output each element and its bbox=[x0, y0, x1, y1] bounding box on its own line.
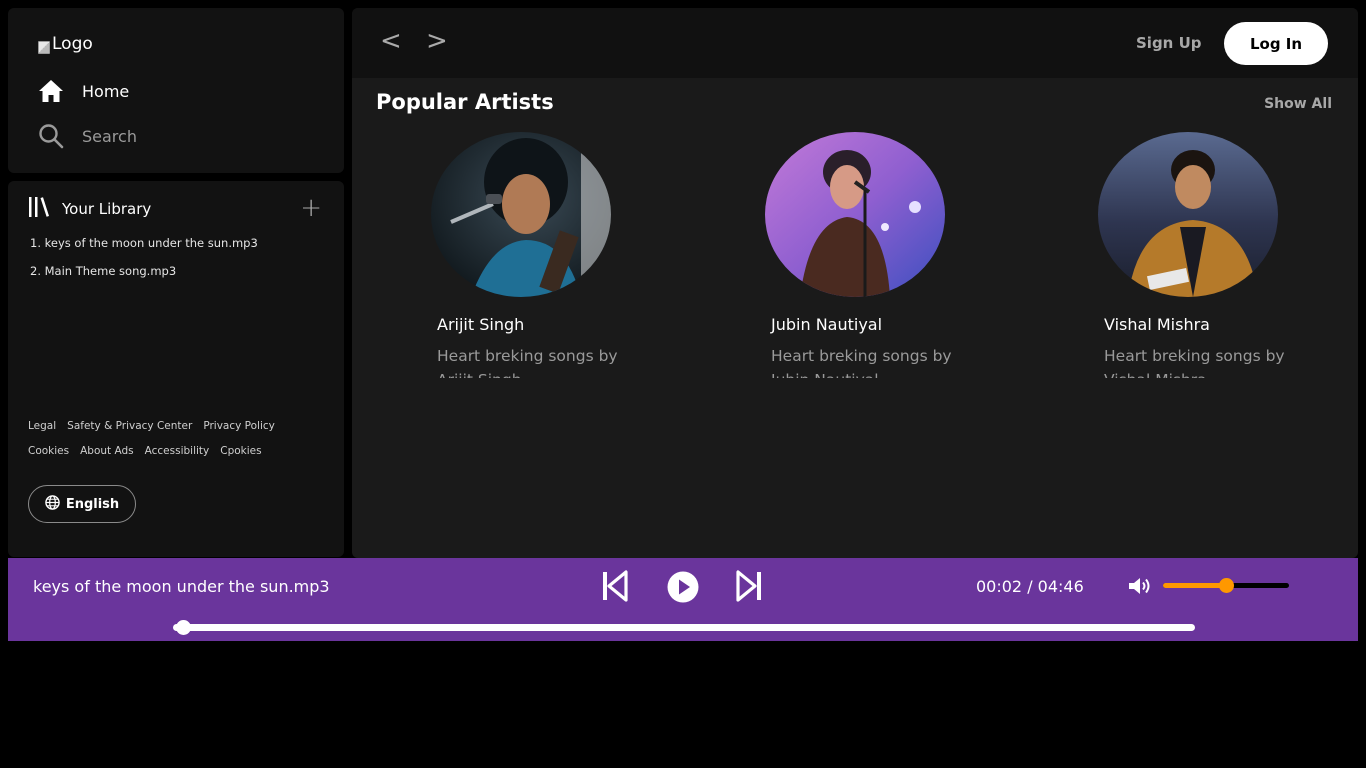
volume-slider[interactable] bbox=[1163, 578, 1289, 593]
progress-handle[interactable] bbox=[176, 620, 192, 635]
login-button[interactable]: Log In bbox=[1224, 22, 1328, 65]
nav-home[interactable]: Home bbox=[38, 78, 129, 104]
library-list: 1. keys of the moon under the sun.mp3 2.… bbox=[30, 235, 258, 291]
plus-icon[interactable]: + bbox=[300, 195, 322, 221]
forward-arrow-icon[interactable]: > bbox=[426, 26, 448, 56]
artist-name: Vishal Mishra bbox=[1104, 315, 1210, 334]
artist-card[interactable]: Arijit Singh Heart breking songs by Arij… bbox=[431, 132, 691, 382]
logo-alt-text: Logo bbox=[52, 34, 93, 54]
skip-next-icon bbox=[735, 570, 763, 606]
link-privacy-policy[interactable]: Privacy Policy bbox=[203, 420, 275, 432]
nav-home-label: Home bbox=[82, 81, 130, 101]
back-arrow-icon[interactable]: < bbox=[380, 26, 402, 56]
artist-name: Jubin Nautiyal bbox=[771, 315, 883, 334]
artist-name: Arijit Singh bbox=[437, 315, 525, 334]
artist-avatar bbox=[765, 132, 945, 297]
link-safety-privacy[interactable]: Safety & Privacy Center bbox=[67, 420, 192, 432]
language-label: English bbox=[65, 496, 120, 512]
language-button[interactable]: English bbox=[28, 485, 136, 523]
search-icon bbox=[38, 123, 64, 149]
artist-avatar bbox=[431, 132, 611, 297]
library-panel: Your Library + 1. keys of the moon under… bbox=[8, 181, 344, 557]
library-item[interactable]: 2. Main Theme song.mp3 bbox=[30, 263, 258, 291]
library-item[interactable]: 1. keys of the moon under the sun.mp3 bbox=[30, 235, 258, 263]
volume-handle[interactable] bbox=[1219, 578, 1234, 593]
logo[interactable]: Logo bbox=[38, 34, 93, 54]
main-content: < > Sign Up Log In Popular Artists Show … bbox=[352, 8, 1358, 558]
artist-description: Heart breking songs by Arijit Singh bbox=[437, 347, 618, 378]
previous-track-button[interactable] bbox=[601, 570, 629, 606]
show-all-link[interactable]: Show All bbox=[1264, 96, 1332, 112]
artist-card[interactable]: Jubin Nautiyal Heart breking songs by Ju… bbox=[765, 132, 1025, 382]
artist-description: Heart breking songs by Jubin Nautiyal bbox=[771, 347, 952, 378]
artist-avatar bbox=[1098, 132, 1278, 297]
library-icon bbox=[28, 197, 50, 221]
player-bar: keys of the moon under the sun.mp3 00:02… bbox=[8, 558, 1358, 641]
footer-links: Legal Safety & Privacy Center Privacy Po… bbox=[28, 420, 328, 470]
skip-previous-icon bbox=[601, 570, 629, 606]
play-button[interactable] bbox=[666, 570, 700, 608]
nav-search-label: Search bbox=[82, 126, 137, 146]
library-title: Your Library bbox=[62, 200, 152, 218]
next-track-button[interactable] bbox=[735, 570, 763, 606]
play-circle-icon bbox=[666, 570, 700, 608]
time-display: 00:02 / 04:46 bbox=[976, 577, 1084, 596]
artist-description: Heart breking songs by Vishal Mishra bbox=[1104, 347, 1285, 378]
library-header[interactable]: Your Library bbox=[28, 197, 151, 221]
link-accessibility[interactable]: Accessibility bbox=[145, 445, 210, 457]
nav-search[interactable]: Search bbox=[38, 123, 137, 149]
volume-icon[interactable] bbox=[1128, 576, 1154, 600]
home-icon bbox=[38, 78, 64, 104]
link-cpokies[interactable]: Cpokies bbox=[220, 445, 261, 457]
progress-slider[interactable] bbox=[173, 620, 1195, 635]
link-cookies[interactable]: Cookies bbox=[28, 445, 69, 457]
link-about-ads[interactable]: About Ads bbox=[80, 445, 134, 457]
now-playing-title: keys of the moon under the sun.mp3 bbox=[33, 577, 330, 596]
artist-card[interactable]: Vishal Mishra Heart breking songs by Vis… bbox=[1098, 132, 1358, 382]
volume-fill bbox=[1163, 583, 1226, 588]
broken-image-icon bbox=[38, 41, 50, 54]
top-bar: < > Sign Up Log In bbox=[352, 8, 1358, 78]
sidebar-nav-panel: Logo Home Search bbox=[8, 8, 344, 173]
section-title: Popular Artists bbox=[376, 90, 554, 114]
globe-icon bbox=[45, 494, 60, 514]
link-legal[interactable]: Legal bbox=[28, 420, 56, 432]
signup-button[interactable]: Sign Up bbox=[1136, 34, 1202, 52]
